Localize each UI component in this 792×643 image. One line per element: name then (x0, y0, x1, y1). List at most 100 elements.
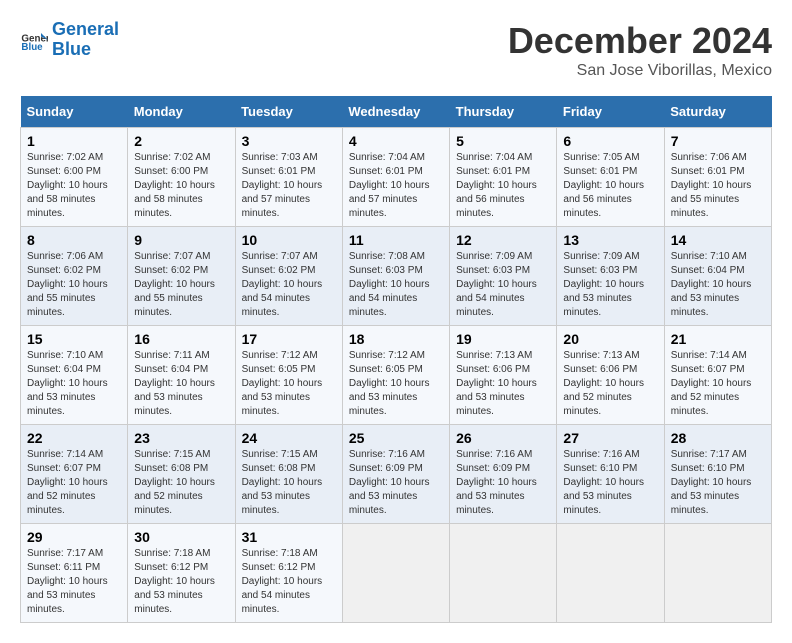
day-number: 24 (242, 430, 336, 446)
day-info: Sunrise: 7:08 AM Sunset: 6:03 PM Dayligh… (349, 250, 443, 320)
day-number: 18 (349, 331, 443, 347)
day-info: Sunrise: 7:02 AM Sunset: 6:00 PM Dayligh… (27, 151, 121, 221)
day-info: Sunrise: 7:07 AM Sunset: 6:02 PM Dayligh… (242, 250, 336, 320)
header-thursday: Thursday (450, 96, 557, 128)
calendar-cell: 24 Sunrise: 7:15 AM Sunset: 6:08 PM Dayl… (235, 425, 342, 524)
day-info: Sunrise: 7:04 AM Sunset: 6:01 PM Dayligh… (456, 151, 550, 221)
calendar-cell: 30 Sunrise: 7:18 AM Sunset: 6:12 PM Dayl… (128, 524, 235, 623)
calendar-cell: 5 Sunrise: 7:04 AM Sunset: 6:01 PM Dayli… (450, 128, 557, 227)
calendar-cell (664, 524, 771, 623)
title-section: December 2024 San Jose Viborillas, Mexic… (508, 20, 772, 80)
calendar-cell: 31 Sunrise: 7:18 AM Sunset: 6:12 PM Dayl… (235, 524, 342, 623)
day-number: 2 (134, 133, 228, 149)
calendar-cell: 4 Sunrise: 7:04 AM Sunset: 6:01 PM Dayli… (342, 128, 449, 227)
day-number: 28 (671, 430, 765, 446)
day-number: 25 (349, 430, 443, 446)
calendar-cell: 13 Sunrise: 7:09 AM Sunset: 6:03 PM Dayl… (557, 227, 664, 326)
calendar-cell: 27 Sunrise: 7:16 AM Sunset: 6:10 PM Dayl… (557, 425, 664, 524)
day-number: 8 (27, 232, 121, 248)
day-number: 7 (671, 133, 765, 149)
day-info: Sunrise: 7:15 AM Sunset: 6:08 PM Dayligh… (242, 448, 336, 518)
day-number: 21 (671, 331, 765, 347)
day-info: Sunrise: 7:14 AM Sunset: 6:07 PM Dayligh… (671, 349, 765, 419)
day-info: Sunrise: 7:12 AM Sunset: 6:05 PM Dayligh… (349, 349, 443, 419)
calendar-cell: 7 Sunrise: 7:06 AM Sunset: 6:01 PM Dayli… (664, 128, 771, 227)
logo-icon: General Blue (20, 26, 48, 54)
day-number: 31 (242, 529, 336, 545)
day-info: Sunrise: 7:16 AM Sunset: 6:10 PM Dayligh… (563, 448, 657, 518)
calendar-cell: 16 Sunrise: 7:11 AM Sunset: 6:04 PM Dayl… (128, 326, 235, 425)
calendar-cell (450, 524, 557, 623)
calendar-cell: 28 Sunrise: 7:17 AM Sunset: 6:10 PM Dayl… (664, 425, 771, 524)
header-sunday: Sunday (21, 96, 128, 128)
day-info: Sunrise: 7:15 AM Sunset: 6:08 PM Dayligh… (134, 448, 228, 518)
day-info: Sunrise: 7:03 AM Sunset: 6:01 PM Dayligh… (242, 151, 336, 221)
day-number: 16 (134, 331, 228, 347)
calendar-cell: 21 Sunrise: 7:14 AM Sunset: 6:07 PM Dayl… (664, 326, 771, 425)
calendar-cell: 2 Sunrise: 7:02 AM Sunset: 6:00 PM Dayli… (128, 128, 235, 227)
header-monday: Monday (128, 96, 235, 128)
logo: General Blue GeneralBlue (20, 20, 119, 60)
day-info: Sunrise: 7:10 AM Sunset: 6:04 PM Dayligh… (27, 349, 121, 419)
calendar-week-row: 8 Sunrise: 7:06 AM Sunset: 6:02 PM Dayli… (21, 227, 772, 326)
day-number: 3 (242, 133, 336, 149)
calendar-cell: 15 Sunrise: 7:10 AM Sunset: 6:04 PM Dayl… (21, 326, 128, 425)
calendar-cell: 10 Sunrise: 7:07 AM Sunset: 6:02 PM Dayl… (235, 227, 342, 326)
day-number: 14 (671, 232, 765, 248)
day-info: Sunrise: 7:11 AM Sunset: 6:04 PM Dayligh… (134, 349, 228, 419)
calendar-cell: 17 Sunrise: 7:12 AM Sunset: 6:05 PM Dayl… (235, 326, 342, 425)
day-number: 27 (563, 430, 657, 446)
day-number: 30 (134, 529, 228, 545)
calendar-cell: 8 Sunrise: 7:06 AM Sunset: 6:02 PM Dayli… (21, 227, 128, 326)
day-info: Sunrise: 7:09 AM Sunset: 6:03 PM Dayligh… (456, 250, 550, 320)
calendar-cell (557, 524, 664, 623)
day-info: Sunrise: 7:14 AM Sunset: 6:07 PM Dayligh… (27, 448, 121, 518)
day-info: Sunrise: 7:06 AM Sunset: 6:01 PM Dayligh… (671, 151, 765, 221)
calendar-cell: 29 Sunrise: 7:17 AM Sunset: 6:11 PM Dayl… (21, 524, 128, 623)
weekday-header-row: Sunday Monday Tuesday Wednesday Thursday… (21, 96, 772, 128)
calendar-week-row: 29 Sunrise: 7:17 AM Sunset: 6:11 PM Dayl… (21, 524, 772, 623)
day-info: Sunrise: 7:06 AM Sunset: 6:02 PM Dayligh… (27, 250, 121, 320)
day-info: Sunrise: 7:09 AM Sunset: 6:03 PM Dayligh… (563, 250, 657, 320)
day-info: Sunrise: 7:13 AM Sunset: 6:06 PM Dayligh… (456, 349, 550, 419)
logo-text: GeneralBlue (52, 20, 119, 60)
day-number: 13 (563, 232, 657, 248)
day-number: 10 (242, 232, 336, 248)
day-info: Sunrise: 7:05 AM Sunset: 6:01 PM Dayligh… (563, 151, 657, 221)
calendar-title: December 2024 (508, 20, 772, 62)
calendar-cell (342, 524, 449, 623)
day-info: Sunrise: 7:17 AM Sunset: 6:11 PM Dayligh… (27, 547, 121, 617)
day-info: Sunrise: 7:17 AM Sunset: 6:10 PM Dayligh… (671, 448, 765, 518)
day-number: 20 (563, 331, 657, 347)
day-info: Sunrise: 7:16 AM Sunset: 6:09 PM Dayligh… (349, 448, 443, 518)
calendar-cell: 9 Sunrise: 7:07 AM Sunset: 6:02 PM Dayli… (128, 227, 235, 326)
day-number: 19 (456, 331, 550, 347)
day-number: 17 (242, 331, 336, 347)
day-info: Sunrise: 7:07 AM Sunset: 6:02 PM Dayligh… (134, 250, 228, 320)
header-tuesday: Tuesday (235, 96, 342, 128)
calendar-cell: 19 Sunrise: 7:13 AM Sunset: 6:06 PM Dayl… (450, 326, 557, 425)
calendar-cell: 18 Sunrise: 7:12 AM Sunset: 6:05 PM Dayl… (342, 326, 449, 425)
day-number: 22 (27, 430, 121, 446)
day-number: 11 (349, 232, 443, 248)
day-number: 4 (349, 133, 443, 149)
day-info: Sunrise: 7:12 AM Sunset: 6:05 PM Dayligh… (242, 349, 336, 419)
day-number: 1 (27, 133, 121, 149)
day-info: Sunrise: 7:02 AM Sunset: 6:00 PM Dayligh… (134, 151, 228, 221)
day-info: Sunrise: 7:18 AM Sunset: 6:12 PM Dayligh… (242, 547, 336, 617)
day-number: 29 (27, 529, 121, 545)
day-info: Sunrise: 7:16 AM Sunset: 6:09 PM Dayligh… (456, 448, 550, 518)
day-number: 15 (27, 331, 121, 347)
calendar-cell: 6 Sunrise: 7:05 AM Sunset: 6:01 PM Dayli… (557, 128, 664, 227)
calendar-week-row: 1 Sunrise: 7:02 AM Sunset: 6:00 PM Dayli… (21, 128, 772, 227)
calendar-cell: 11 Sunrise: 7:08 AM Sunset: 6:03 PM Dayl… (342, 227, 449, 326)
calendar-table: Sunday Monday Tuesday Wednesday Thursday… (20, 96, 772, 623)
calendar-cell: 22 Sunrise: 7:14 AM Sunset: 6:07 PM Dayl… (21, 425, 128, 524)
calendar-cell: 3 Sunrise: 7:03 AM Sunset: 6:01 PM Dayli… (235, 128, 342, 227)
day-info: Sunrise: 7:10 AM Sunset: 6:04 PM Dayligh… (671, 250, 765, 320)
day-info: Sunrise: 7:04 AM Sunset: 6:01 PM Dayligh… (349, 151, 443, 221)
calendar-cell: 23 Sunrise: 7:15 AM Sunset: 6:08 PM Dayl… (128, 425, 235, 524)
calendar-cell: 1 Sunrise: 7:02 AM Sunset: 6:00 PM Dayli… (21, 128, 128, 227)
calendar-cell: 14 Sunrise: 7:10 AM Sunset: 6:04 PM Dayl… (664, 227, 771, 326)
calendar-cell: 12 Sunrise: 7:09 AM Sunset: 6:03 PM Dayl… (450, 227, 557, 326)
